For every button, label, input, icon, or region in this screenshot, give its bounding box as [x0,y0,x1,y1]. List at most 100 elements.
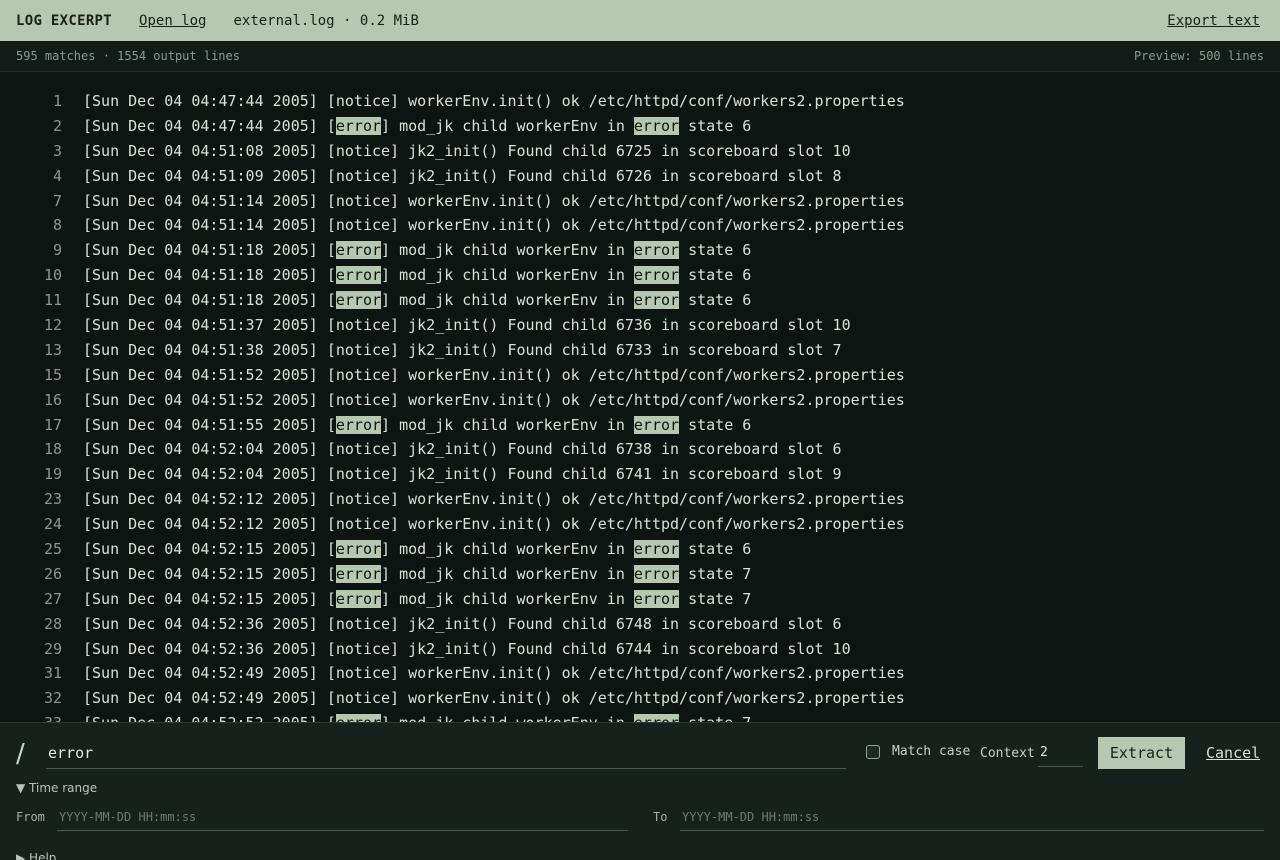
line-number: 13 [43,340,62,359]
log-line: 23 [Sun Dec 04 04:52:12 2005] [notice] wo… [0,487,1280,512]
log-line: 32 [Sun Dec 04 04:52:49 2005] [notice] wo… [0,686,1280,711]
extract-button[interactable]: Extract [1098,737,1185,769]
line-number: 7 [52,191,62,210]
file-info: external.log · 0.2 MiB [233,12,419,29]
line-text: [Sun Dec 04 04:51:52 2005] [notice] work… [83,390,905,409]
context-input[interactable] [1038,739,1083,767]
line-number: 27 [43,589,62,608]
help-toggle[interactable]: ▶ Help [16,851,56,860]
log-line: 24 [Sun Dec 04 04:52:12 2005] [notice] wo… [0,512,1280,537]
match-highlight: error [335,291,382,310]
match-highlight: error [335,564,382,583]
line-number: 32 [43,689,62,708]
log-line: 3 [Sun Dec 04 04:51:08 2005] [notice] jk2… [0,139,1280,164]
line-text: [Sun Dec 04 04:51:14 2005] [notice] work… [83,191,905,210]
line-number: 3 [52,141,62,160]
line-number: 2 [52,116,62,135]
log-line: 31 [Sun Dec 04 04:52:49 2005] [notice] wo… [0,661,1280,686]
line-text: [Sun Dec 04 04:52:15 2005] [error] mod_j… [83,589,752,608]
line-text: [Sun Dec 04 04:51:37 2005] [notice] jk2_… [83,316,851,335]
log-line: 17 [Sun Dec 04 04:51:55 2005] [error] mod… [0,413,1280,438]
line-number: 29 [43,639,62,658]
log-line: 4 [Sun Dec 04 04:51:09 2005] [notice] jk2… [0,164,1280,189]
line-text: [Sun Dec 04 04:52:04 2005] [notice] jk2_… [83,440,842,459]
line-text: [Sun Dec 04 04:52:04 2005] [notice] jk2_… [83,465,842,484]
line-text: [Sun Dec 04 04:51:14 2005] [notice] work… [83,216,905,235]
line-text: [Sun Dec 04 04:52:49 2005] [notice] work… [83,689,905,708]
log-line: 8 [Sun Dec 04 04:51:14 2005] [notice] wor… [0,213,1280,238]
match-case-checkbox[interactable] [866,744,880,759]
match-highlight: error [633,540,680,559]
match-highlight: error [633,266,680,285]
match-highlight: error [633,291,680,310]
match-highlight: error [335,116,382,135]
app-title: LOG EXCERPT [16,12,113,29]
match-highlight: error [335,540,382,559]
line-number: 24 [43,515,62,534]
line-text: [Sun Dec 04 04:52:12 2005] [notice] work… [83,515,905,534]
extract-panel: / Match case Context Extract Cancel ▼ Ti… [0,722,1280,860]
line-text: [Sun Dec 04 04:51:55 2005] [error] mod_j… [83,415,752,434]
search-prompt-glyph: / [16,739,25,769]
line-number: 23 [43,490,62,509]
match-summary: 595 matches · 1554 output lines [16,49,240,63]
line-number: 28 [43,614,62,633]
status-bar: 595 matches · 1554 output lines Preview:… [0,41,1280,72]
line-text: [Sun Dec 04 04:51:18 2005] [error] mod_j… [83,291,752,310]
export-text-link[interactable]: Export text [1167,13,1264,29]
line-text: [Sun Dec 04 04:52:15 2005] [error] mod_j… [83,540,752,559]
log-line: 28 [Sun Dec 04 04:52:36 2005] [notice] jk… [0,612,1280,637]
time-range-toggle[interactable]: ▼ Time range [16,781,97,795]
line-text: [Sun Dec 04 04:51:18 2005] [error] mod_j… [83,241,752,260]
log-line: 10 [Sun Dec 04 04:51:18 2005] [error] mod… [0,263,1280,288]
log-line: 29 [Sun Dec 04 04:52:36 2005] [notice] jk… [0,637,1280,662]
log-line: 11 [Sun Dec 04 04:51:18 2005] [error] mod… [0,288,1280,313]
log-line: 7 [Sun Dec 04 04:51:14 2005] [notice] wor… [0,189,1280,214]
to-date-input[interactable] [680,803,1264,831]
top-bar: LOG EXCERPT Open log external.log · 0.2 … [0,0,1280,41]
log-line: 19 [Sun Dec 04 04:52:04 2005] [notice] jk… [0,462,1280,487]
line-number: 25 [43,540,62,559]
line-text: [Sun Dec 04 04:52:49 2005] [notice] work… [83,664,905,683]
open-log-link[interactable]: Open log [139,13,206,29]
line-number: 8 [52,216,62,235]
line-text: [Sun Dec 04 04:52:36 2005] [notice] jk2_… [83,639,851,658]
line-number: 4 [52,166,62,185]
match-highlight: error [633,714,680,722]
log-line: 18 [Sun Dec 04 04:52:04 2005] [notice] jk… [0,437,1280,462]
log-view[interactable]: 1 [Sun Dec 04 04:47:44 2005] [notice] wor… [0,73,1280,722]
log-line: 13 [Sun Dec 04 04:51:38 2005] [notice] jk… [0,338,1280,363]
line-number: 1 [52,92,62,110]
log-line: 15 [Sun Dec 04 04:51:52 2005] [notice] wo… [0,363,1280,388]
log-line: 27 [Sun Dec 04 04:52:15 2005] [error] mod… [0,587,1280,612]
match-highlight: error [335,415,382,434]
line-text: [Sun Dec 04 04:51:08 2005] [notice] jk2_… [83,141,851,160]
line-text: [Sun Dec 04 04:51:09 2005] [notice] jk2_… [83,166,842,185]
log-line: 26 [Sun Dec 04 04:52:15 2005] [error] mod… [0,562,1280,587]
line-text: [Sun Dec 04 04:52:12 2005] [notice] work… [83,490,905,509]
line-text: [Sun Dec 04 04:47:44 2005] [error] mod_j… [83,116,752,135]
line-text: [Sun Dec 04 04:51:18 2005] [error] mod_j… [83,266,752,285]
from-date-input[interactable] [57,803,628,831]
search-input[interactable] [46,737,846,769]
line-text: [Sun Dec 04 04:51:52 2005] [notice] work… [83,365,905,384]
to-label: To [653,810,668,824]
match-highlight: error [633,116,680,135]
line-number: 31 [43,664,62,683]
log-line: 16 [Sun Dec 04 04:51:52 2005] [notice] wo… [0,388,1280,413]
match-highlight: error [335,241,382,260]
match-case-toggle[interactable]: Match case [866,744,970,759]
line-text: [Sun Dec 04 04:51:38 2005] [notice] jk2_… [83,340,842,359]
line-number: 12 [43,316,62,335]
cancel-button[interactable]: Cancel [1206,744,1260,762]
match-highlight: error [633,241,680,260]
line-number: 16 [43,390,62,409]
match-highlight: error [335,714,382,722]
line-text: [Sun Dec 04 04:52:15 2005] [error] mod_j… [83,564,752,583]
match-highlight: error [633,564,680,583]
match-case-label: Match case [892,744,971,759]
log-line: 1 [Sun Dec 04 04:47:44 2005] [notice] wor… [0,89,1280,114]
log-line: 2 [Sun Dec 04 04:47:44 2005] [error] mod_… [0,114,1280,139]
line-number: 10 [43,266,62,285]
line-number: 18 [43,440,62,459]
